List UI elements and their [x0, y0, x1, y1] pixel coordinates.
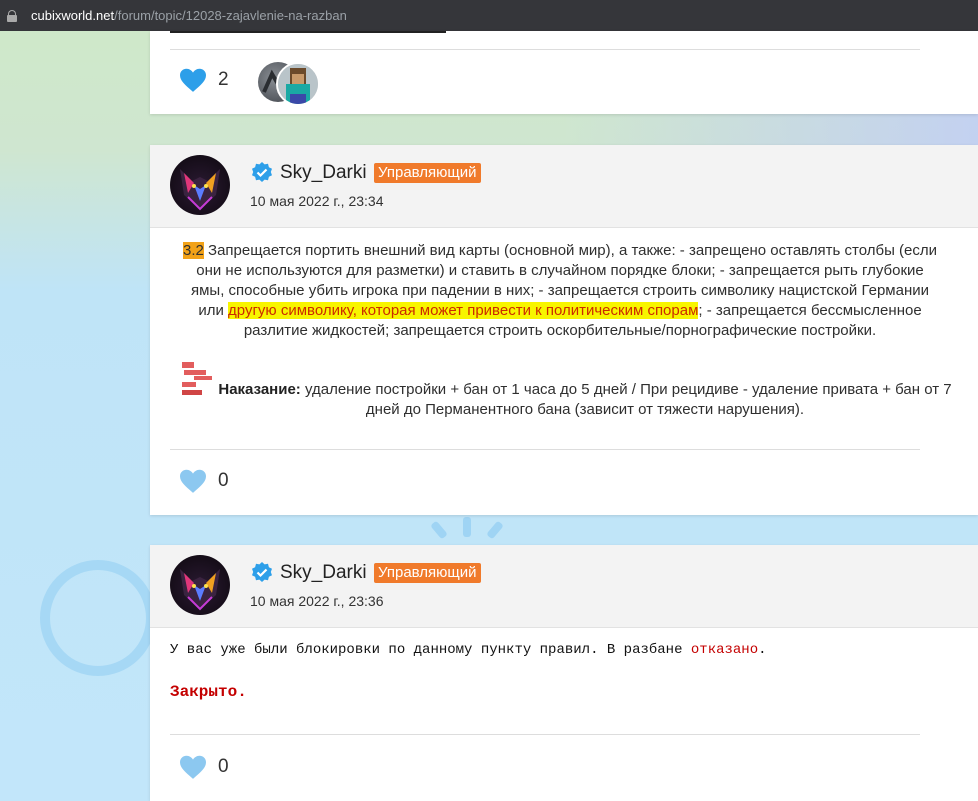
punishment-label: Наказание:	[218, 381, 301, 398]
post-card: Sky_Darki Управляющий 10 мая 2022 г., 23…	[150, 145, 978, 515]
punishment-desc: удаление постройки + бан от 1 часа до 5 …	[300, 381, 952, 418]
lock-icon[interactable]	[7, 9, 17, 22]
url-text[interactable]: cubixworld.net/forum/topic/12028-zajavle…	[31, 8, 347, 23]
voter-avatar[interactable]	[276, 62, 320, 106]
post-header: Sky_Darki Управляющий 10 мая 2022 г., 23…	[150, 545, 978, 628]
author-avatar[interactable]	[170, 155, 230, 215]
like-count: 0	[218, 756, 229, 777]
post-date[interactable]: 10 мая 2022 г., 23:34	[250, 193, 383, 209]
reply-text-part: У вас уже были блокировки по данному пун…	[170, 642, 691, 658]
divider	[170, 49, 920, 50]
verified-icon	[252, 162, 272, 182]
rule-text: 3.2 Запрещается портить внешний вид карт…	[180, 241, 940, 341]
voters-avatars[interactable]	[258, 62, 320, 106]
denied-word: отказано	[690, 642, 759, 658]
divider	[170, 31, 446, 33]
background-ring-decoration	[40, 560, 156, 676]
rule-highlight: другую символику, которая может привести…	[228, 302, 699, 319]
role-badge: Управляющий	[374, 563, 481, 583]
post-date[interactable]: 10 мая 2022 г., 23:36	[250, 593, 383, 609]
role-badge: Управляющий	[374, 163, 481, 183]
previous-post-card: 2	[150, 31, 978, 114]
divider	[170, 449, 920, 450]
reply-text: У вас уже были блокировки по данному пун…	[170, 642, 767, 658]
heart-icon[interactable]	[178, 468, 208, 494]
rule-number: 3.2	[182, 242, 204, 259]
verified-icon	[252, 562, 272, 582]
punishment-text: Наказание: удаление постройки + бан от 1…	[210, 380, 960, 420]
reply-text-end: .	[758, 642, 767, 658]
like-count: 2	[218, 69, 229, 90]
like-button[interactable]: 0	[178, 468, 229, 494]
url-host: cubixworld.net	[31, 8, 115, 23]
author-avatar[interactable]	[170, 555, 230, 615]
author-name[interactable]: Sky_Darki	[280, 162, 367, 184]
browser-address-bar[interactable]: cubixworld.net/forum/topic/12028-zajavle…	[0, 0, 978, 31]
post-header: Sky_Darki Управляющий 10 мая 2022 г., 23…	[150, 145, 978, 228]
post-card: Sky_Darki Управляющий 10 мая 2022 г., 23…	[150, 545, 978, 801]
url-path: /forum/topic/12028-zajavlenie-na-razban	[114, 8, 347, 23]
closed-label: Закрыто.	[170, 683, 247, 701]
like-button[interactable]: 0	[178, 754, 229, 780]
background-sun-decoration	[423, 515, 513, 545]
heart-icon[interactable]	[178, 67, 208, 93]
divider	[170, 734, 920, 735]
author-name[interactable]: Sky_Darki	[280, 562, 367, 584]
like-button[interactable]: 2	[178, 67, 229, 93]
heart-icon[interactable]	[178, 754, 208, 780]
like-count: 0	[218, 470, 229, 491]
